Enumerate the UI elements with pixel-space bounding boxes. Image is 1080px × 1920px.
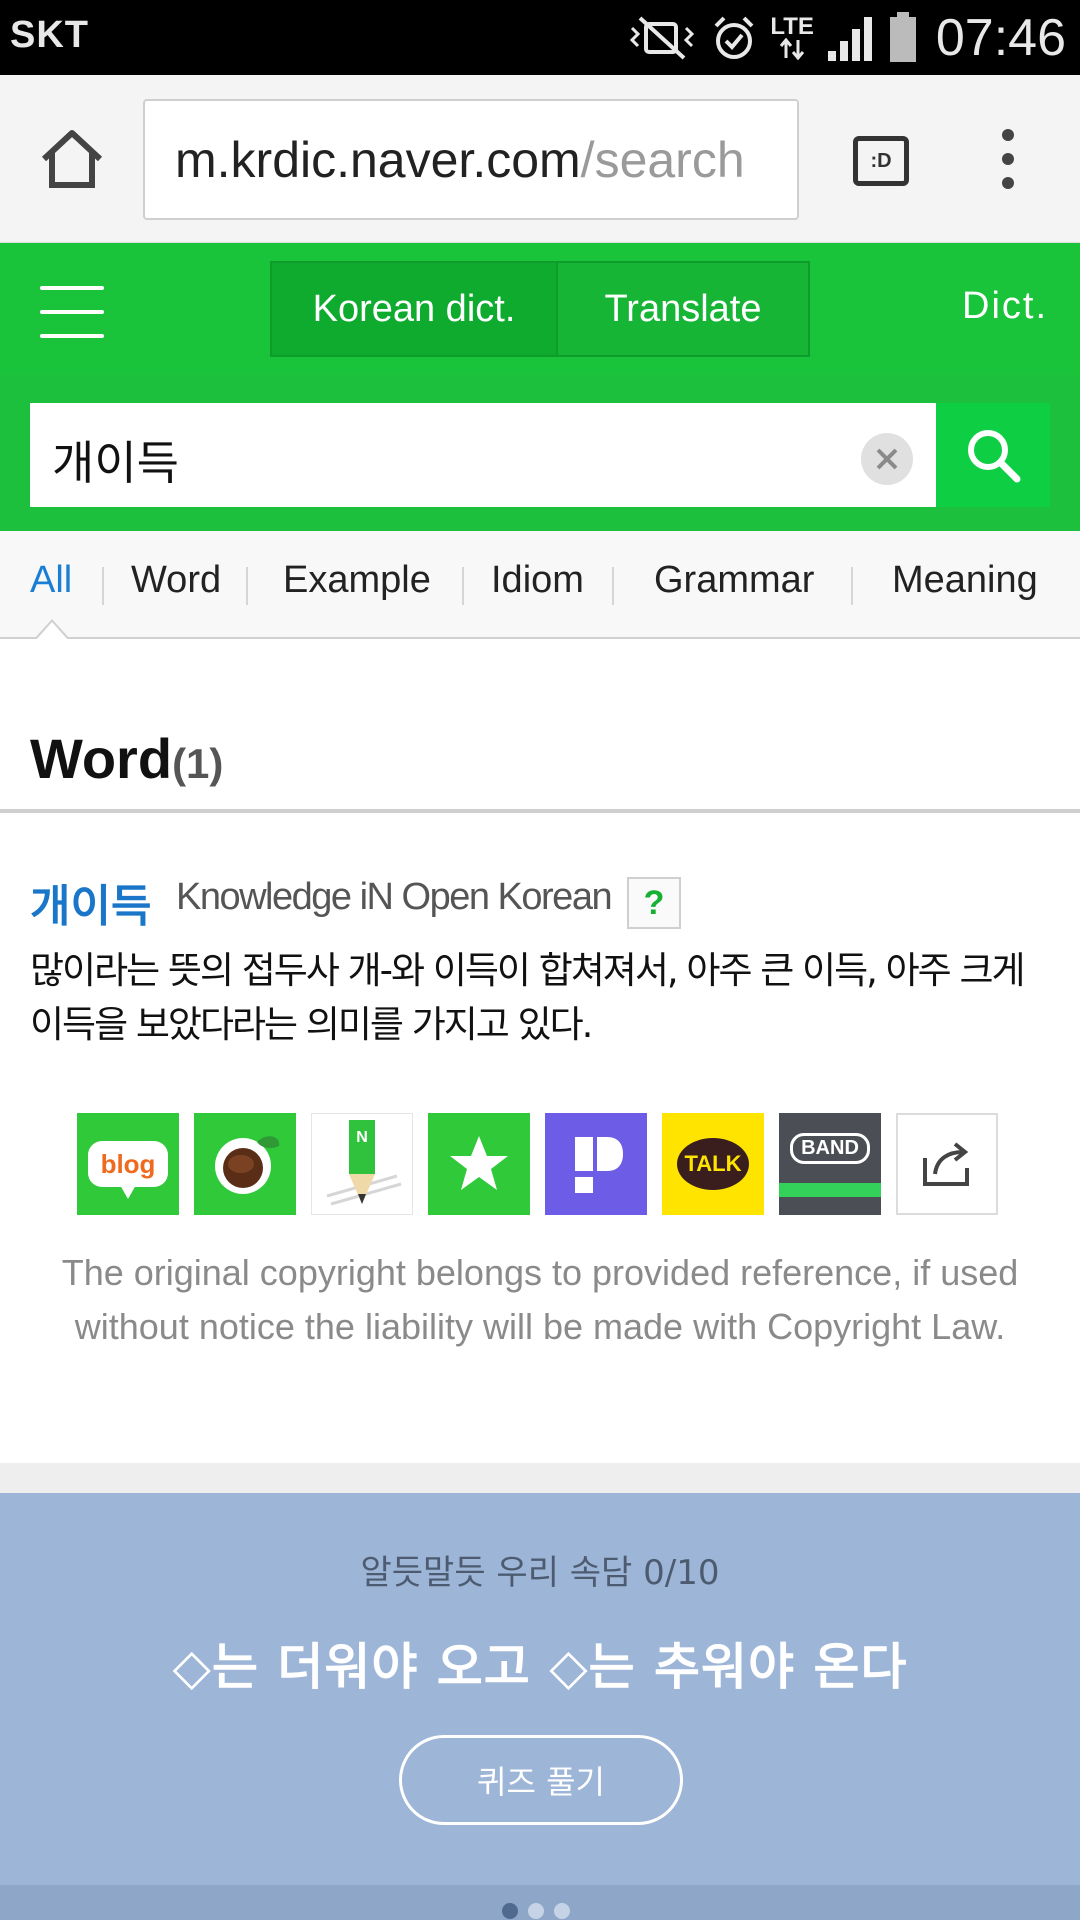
status-icons: LTE 07:46 xyxy=(628,8,1066,68)
alarm-icon xyxy=(710,14,758,62)
lte-icon: LTE xyxy=(770,13,814,60)
browser-toolbar: m.krdic.naver.com/search :D xyxy=(0,75,1080,243)
band-bar xyxy=(779,1183,881,1197)
filter-divider xyxy=(102,567,104,605)
share-blog-button[interactable]: blog xyxy=(77,1113,179,1215)
overflow-menu-icon[interactable] xyxy=(996,129,1020,193)
share-band-button[interactable]: BAND xyxy=(779,1113,881,1215)
search-button[interactable] xyxy=(936,403,1050,507)
carousel-indicator-bar xyxy=(0,1885,1080,1920)
filter-tab-grammar[interactable]: Grammar xyxy=(654,559,814,602)
filter-tab-example[interactable]: Example xyxy=(283,559,431,602)
section-count: (1) xyxy=(172,740,224,787)
url-host: m.krdic.naver.com xyxy=(175,132,581,188)
filter-divider xyxy=(246,567,248,605)
share-kakaotalk-button[interactable]: TALK xyxy=(662,1113,764,1215)
status-bar: SKT LTE 07:46 xyxy=(0,0,1080,75)
clock: 07:46 xyxy=(935,9,1066,67)
result-filter-tabs: All Word Example Idiom Grammar Meaning xyxy=(0,531,1080,640)
filter-tab-word[interactable]: Word xyxy=(131,559,221,602)
carousel-dot[interactable] xyxy=(554,1903,570,1919)
section-title-text: Word xyxy=(30,727,173,790)
carousel-dots xyxy=(502,1903,570,1919)
service-tabs: Korean dict. Translate xyxy=(270,261,810,357)
active-tab-pointer xyxy=(34,619,70,640)
cafe-icon xyxy=(215,1136,280,1194)
carousel-dot[interactable] xyxy=(502,1903,518,1919)
share-memo-button[interactable]: N xyxy=(311,1113,413,1215)
section-gap xyxy=(0,1463,1080,1493)
hamburger-menu-icon[interactable] xyxy=(40,286,104,338)
star-icon xyxy=(450,1136,508,1190)
proverb-quiz-banner: 알듯말듯 우리 속담 0/10 ◇는 더워야 오고 ◇는 추워야 온다 퀴즈 풀… xyxy=(0,1493,1080,1920)
filter-tab-idiom[interactable]: Idiom xyxy=(491,559,584,602)
copyright-notice: The original copyright belongs to provid… xyxy=(61,1252,1019,1347)
search-query: 개이득 xyxy=(52,436,179,490)
help-button[interactable]: ? xyxy=(627,877,681,929)
carrier-name: SKT xyxy=(10,14,89,56)
entry-definition: 많이라는 뜻의 접두사 개-와 이득이 합쳐져서, 아주 큰 이득, 아주 크게… xyxy=(30,949,1026,1046)
share-row: blog N TALK BAND xyxy=(77,1113,998,1215)
section-title: Word(1) xyxy=(30,726,223,791)
band-icon: BAND xyxy=(790,1133,870,1164)
share-post-button[interactable] xyxy=(545,1113,647,1215)
memo-pencil-icon: N xyxy=(326,1120,402,1206)
site-header: Korean dict. Translate Dict. xyxy=(0,243,1080,375)
clear-icon[interactable] xyxy=(861,433,913,485)
reader-mode-icon[interactable]: :D xyxy=(853,136,909,186)
share-cafe-button[interactable] xyxy=(194,1113,296,1215)
filter-tab-meaning[interactable]: Meaning xyxy=(892,559,1038,602)
home-icon[interactable] xyxy=(38,127,106,191)
url-path: /search xyxy=(580,132,745,188)
filter-tab-all[interactable]: All xyxy=(30,559,72,602)
address-bar[interactable]: m.krdic.naver.com/search xyxy=(143,99,799,220)
url-fade xyxy=(757,101,797,218)
share-bookmark-button[interactable] xyxy=(428,1113,530,1215)
url-text: m.krdic.naver.com/search xyxy=(175,131,745,189)
share-more-button[interactable] xyxy=(896,1113,998,1215)
quiz-question: ◇는 더워야 오고 ◇는 추워야 온다 xyxy=(172,1638,908,1696)
filter-divider xyxy=(612,567,614,605)
dict-link[interactable]: Dict. xyxy=(962,285,1048,328)
search-input[interactable]: 개이득 xyxy=(30,403,936,507)
filter-divider xyxy=(462,567,464,605)
quiz-subtitle: 알듯말듯 우리 속담 0/10 xyxy=(360,1553,720,1593)
signal-icon xyxy=(826,13,876,63)
entry-headword[interactable]: 개이득 xyxy=(30,870,151,934)
solve-quiz-button[interactable]: 퀴즈 풀기 xyxy=(399,1735,683,1825)
section-divider xyxy=(0,809,1080,813)
post-icon xyxy=(575,1137,623,1193)
search-bar: 개이득 xyxy=(0,375,1080,531)
blog-icon: blog xyxy=(88,1141,168,1199)
tab-translate[interactable]: Translate xyxy=(558,263,808,355)
mute-vibrate-icon xyxy=(628,14,698,62)
kakaotalk-icon: TALK xyxy=(677,1138,749,1190)
lte-label: LTE xyxy=(770,13,814,40)
entry-source[interactable]: Knowledge iN Open Korean xyxy=(176,876,613,919)
svg-text:N: N xyxy=(356,1129,368,1146)
filter-divider xyxy=(851,567,853,605)
share-icon xyxy=(923,1142,969,1186)
tab-korean-dict[interactable]: Korean dict. xyxy=(272,263,558,355)
search-icon xyxy=(968,430,1021,483)
battery-icon xyxy=(888,12,918,64)
carousel-dot[interactable] xyxy=(528,1903,544,1919)
